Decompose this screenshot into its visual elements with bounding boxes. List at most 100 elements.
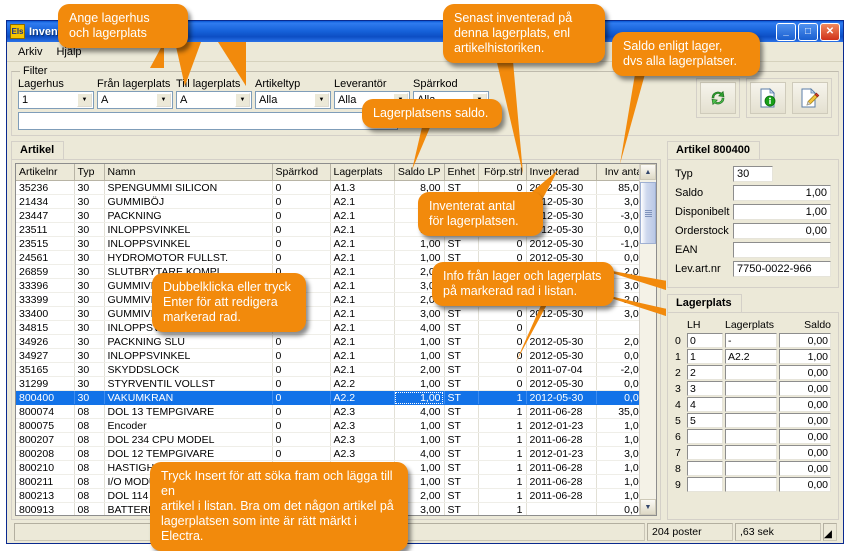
lagerplats-name-field[interactable] (725, 461, 777, 476)
lagerplats-saldo-field[interactable]: 0,00 (779, 429, 831, 444)
field-disponibelt-value[interactable]: 1,00 (733, 204, 831, 220)
lagerplats-lh-field[interactable]: 2 (687, 365, 723, 380)
lagerplats-row[interactable]: 3 3 0,00 (675, 381, 831, 396)
search-input[interactable] (18, 112, 398, 130)
scrollbar-track[interactable] (640, 180, 656, 499)
lagerplats-row[interactable]: 4 4 0,00 (675, 397, 831, 412)
field-orderstock-value[interactable]: 0,00 (733, 223, 831, 239)
lagerplats-lh-field[interactable] (687, 429, 723, 444)
tab-lagerplats[interactable]: Lagerplats (667, 294, 742, 312)
table-row[interactable]: 800075 08 Encoder 0 A2.3 1,00 ST 1 2012-01-23 1,0… (16, 418, 639, 433)
lagerplats-row[interactable]: 7 0,00 (675, 445, 831, 460)
maximize-button[interactable]: □ (798, 22, 818, 41)
lagerplats-lh-field[interactable]: 5 (687, 413, 723, 428)
field-levartnr-value[interactable]: 7750-0022-966 (733, 261, 831, 277)
menu-item-arkiv[interactable]: Arkiv (11, 44, 49, 60)
combo-lagerhus[interactable]: 1 ▼ (18, 91, 94, 109)
resize-grip-icon[interactable]: ◢ (823, 523, 837, 541)
column-header-inventerad[interactable]: Inventerad (526, 164, 597, 181)
table-row[interactable]: 34927 30 INLOPPSVINKEL 0 A2.1 1,00 ST 0 2012-05-… (16, 348, 639, 363)
chevron-down-icon[interactable]: ▼ (235, 93, 250, 107)
grid-vertical-scrollbar[interactable]: ▲ ▼ (639, 164, 656, 515)
column-header-namn[interactable]: Namn (104, 164, 273, 181)
minimize-button[interactable]: _ (776, 22, 796, 41)
combo-artikeltyp[interactable]: Alla ▼ (255, 91, 331, 109)
lagerplats-row[interactable]: 1 1 A2.2 1,00 (675, 349, 831, 364)
column-header-lagerplats[interactable]: Lagerplats (330, 164, 395, 181)
lagerplats-row[interactable]: 6 0,00 (675, 429, 831, 444)
chevron-down-icon[interactable]: ▼ (156, 93, 171, 107)
lagerplats-row[interactable]: 2 2 0,00 (675, 365, 831, 380)
lagerplats-lh-field[interactable] (687, 445, 723, 460)
lagerplats-name-field[interactable]: - (725, 333, 777, 348)
lagerplats-saldo-field[interactable]: 1,00 (779, 349, 831, 364)
lagerplats-lh-field[interactable]: 4 (687, 397, 723, 412)
table-row[interactable]: 800074 08 DOL 13 TEMPGIVARE 0 A2.3 4,00 ST 1 201… (16, 404, 639, 419)
lagerplats-row[interactable]: 5 5 0,00 (675, 413, 831, 428)
lagerplats-name-field[interactable] (725, 397, 777, 412)
lagerplats-saldo-field[interactable]: 0,00 (779, 333, 831, 348)
lagerplats-saldo-field[interactable]: 0,00 (779, 365, 831, 380)
column-header-sp-rrkod[interactable]: Spärrkod (272, 164, 331, 181)
table-row[interactable]: 800208 08 DOL 12 TEMPGIVARE 0 A2.3 4,00 ST 1 201… (16, 446, 639, 461)
field-saldo-value[interactable]: 1,00 (733, 185, 831, 201)
lagerplats-row[interactable]: 0 0-0,00 (675, 333, 831, 348)
column-header-artikelnr[interactable]: Artikelnr (16, 164, 75, 181)
table-row[interactable]: 800207 08 DOL 234 CPU MODEL 0 A2.3 1,00 ST 1 201… (16, 432, 639, 447)
lagerplats-name-field[interactable] (725, 445, 777, 460)
close-button[interactable]: ✕ (820, 22, 840, 41)
table-row[interactable]: 3481530INLOPPSVINKEL0A2.14,00ST0 (16, 320, 639, 335)
lagerplats-lh-field[interactable]: 1 (687, 349, 723, 364)
lagerplats-row[interactable]: 9 0,00 (675, 477, 831, 492)
lagerplats-name-field[interactable] (725, 429, 777, 444)
lagerplats-row[interactable]: 8 0,00 (675, 461, 831, 476)
info-button[interactable] (750, 82, 786, 114)
table-row[interactable]: 3340030GUMMIVINKEL0A2.13,00ST02012-05-30… (16, 306, 639, 321)
combo-fran-lagerplats[interactable]: A ▼ (97, 91, 173, 109)
field-typ-value[interactable]: 30 (733, 166, 773, 182)
edit-button[interactable] (792, 82, 828, 114)
column-header-f-rp-strl[interactable]: Förp.strl (478, 164, 527, 181)
lagerplats-saldo-field[interactable]: 0,00 (779, 477, 831, 492)
column-header-inv-antal[interactable]: Inv antal (596, 164, 639, 181)
cell-typ: 08 (74, 446, 105, 461)
table-row[interactable]: 34926 30 PACKNING SLU 0 A2.1 1,00 ST 0 2012-05-3… (16, 334, 639, 349)
table-row[interactable]: 23515 30 INLOPPSVINKEL 0 A2.1 1,00 ST 0 2012-05-… (16, 236, 639, 251)
lagerplats-lh-field[interactable] (687, 477, 723, 492)
table-row[interactable]: 2344730PACKNING0A2.11,00ST02012-05-30-3,… (16, 208, 639, 223)
tab-artikel-detail[interactable]: Artikel 800400 (667, 141, 760, 159)
lagerplats-name-field[interactable] (725, 413, 777, 428)
table-row[interactable]: 2143430GUMMIBÖJ0A2.15,00ST02012-05-303,0… (16, 194, 639, 209)
lagerplats-name-field[interactable] (725, 365, 777, 380)
scroll-down-button[interactable]: ▼ (640, 499, 656, 515)
field-ean-value[interactable] (733, 242, 831, 258)
table-row[interactable]: 31299 30 STYRVENTIL VOLLST 0 A2.2 1,00 ST 0 2012… (16, 376, 639, 391)
column-header-enhet[interactable]: Enhet (444, 164, 479, 181)
lagerplats-saldo-field[interactable]: 0,00 (779, 413, 831, 428)
lagerplats-lh-field[interactable]: 0 (687, 333, 723, 348)
table-row[interactable]: 800400 30 VAKUMKRAN 0 A2.2 1,00 ST 1 2012-05-30 0… (16, 390, 639, 405)
cell-artikelnr: 26859 (16, 264, 75, 279)
lagerplats-lh-field[interactable] (687, 461, 723, 476)
cell-lagerplats: A2.1 (330, 264, 395, 279)
refresh-button[interactable] (700, 82, 736, 114)
column-header-saldo-lp[interactable]: Saldo LP (394, 164, 445, 181)
table-row[interactable]: 35165 30 SKYDDSLOCK 0 A2.1 2,00 ST 0 2011-07-04-… (16, 362, 639, 377)
cell-namn: PACKNING SLU (104, 334, 273, 349)
scroll-up-button[interactable]: ▲ (640, 164, 656, 180)
table-row[interactable]: 2351130INLOPPSVINKEL0A2.11,00ST02012-05-… (16, 222, 639, 237)
lagerplats-name-field[interactable] (725, 381, 777, 396)
lagerplats-saldo-field[interactable]: 0,00 (779, 397, 831, 412)
lagerplats-saldo-field[interactable]: 0,00 (779, 461, 831, 476)
lagerplats-saldo-field[interactable]: 0,00 (779, 445, 831, 460)
combo-till-lagerplats[interactable]: A ▼ (176, 91, 252, 109)
lagerplats-lh-field[interactable]: 3 (687, 381, 723, 396)
lagerplats-name-field[interactable] (725, 477, 777, 492)
lagerplats-name-field[interactable]: A2.2 (725, 349, 777, 364)
tab-artikel[interactable]: Artikel (11, 141, 65, 159)
lagerplats-saldo-field[interactable]: 0,00 (779, 381, 831, 396)
column-header-typ[interactable]: Typ (74, 164, 105, 181)
chevron-down-icon[interactable]: ▼ (77, 93, 92, 107)
scrollbar-thumb[interactable] (640, 182, 656, 244)
chevron-down-icon[interactable]: ▼ (314, 93, 329, 107)
